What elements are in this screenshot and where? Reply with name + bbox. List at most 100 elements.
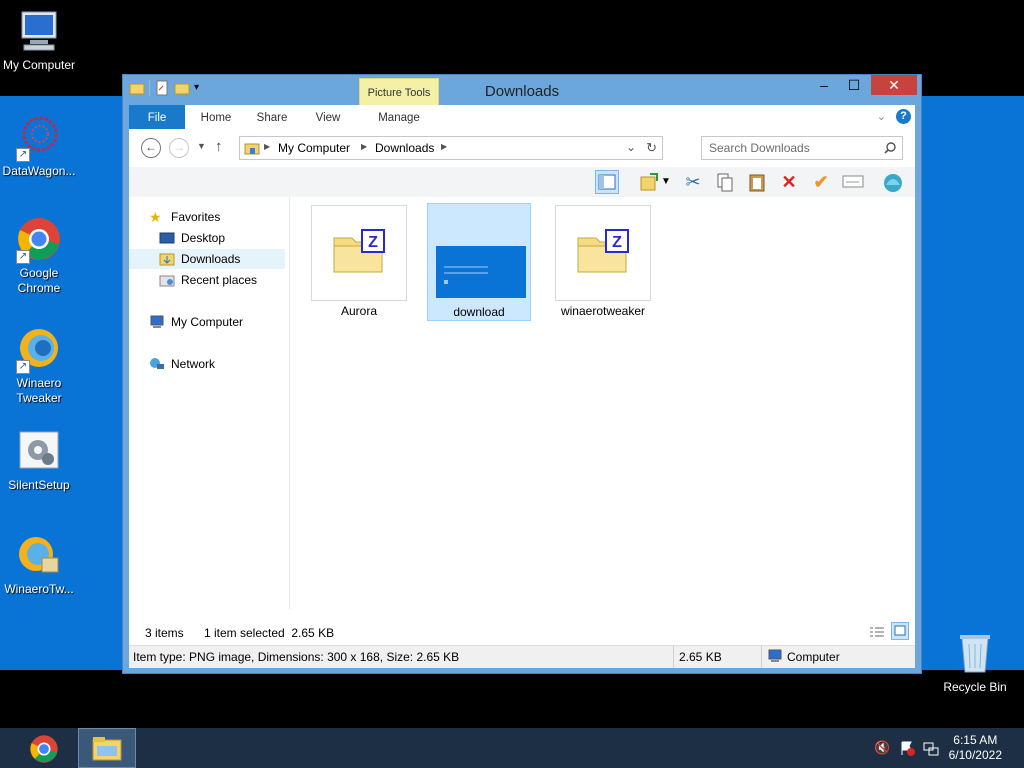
nav-my-computer[interactable]: My Computer (149, 312, 305, 332)
installer-icon (16, 532, 62, 578)
desktop-icon-google-chrome[interactable]: ↗ Google Chrome (0, 216, 78, 296)
expand-ribbon-chevron-icon[interactable]: ⌄ (877, 110, 886, 123)
ribbon-right-controls: ⌄ ? (877, 109, 911, 124)
shortcut-arrow-icon: ↗ (16, 148, 30, 162)
help-icon[interactable]: ? (896, 109, 911, 124)
breadcrumb-downloads[interactable]: Downloads (375, 141, 434, 155)
recent-places-icon (159, 273, 175, 287)
nav-network[interactable]: Network (149, 354, 305, 374)
desktop-icon (159, 231, 175, 245)
up-button[interactable]: ↑ (215, 138, 223, 155)
star-icon: ★ (149, 209, 162, 225)
details-bar: Item type: PNG image, Dimensions: 300 x … (129, 645, 915, 668)
minimize-button[interactable]: – (809, 75, 839, 95)
explorer-window: ▾ Picture Tools Downloads – ☐ ✕ File Hom… (122, 74, 922, 674)
divider (761, 646, 762, 668)
command-toolbar: ▼ ✂ ✕ ✔ (129, 167, 915, 197)
large-icons-view-icon[interactable] (891, 622, 909, 640)
clock-time: 6:15 AM (953, 733, 998, 747)
desktop-icon-label: Recycle Bin (943, 680, 1007, 694)
delete-icon[interactable]: ✕ (777, 170, 801, 194)
computer-icon (767, 649, 783, 666)
maximize-button[interactable]: ☐ (839, 75, 869, 95)
close-button[interactable]: ✕ (871, 75, 917, 95)
breadcrumb-separator-icon: ▶ (361, 142, 368, 151)
chevron-down-icon[interactable]: ▼ (659, 170, 673, 194)
address-history-chevron-icon[interactable]: ⌄ (626, 140, 636, 154)
computer-icon (149, 315, 165, 329)
chrome-icon: ↗ (16, 216, 62, 264)
action-center-flag-icon[interactable] (899, 740, 915, 756)
navigation-pane: ★ Favorites Desktop Downloads Recent pla… (129, 197, 289, 609)
tab-home[interactable]: Home (193, 105, 239, 129)
clock[interactable]: 6:15 AM 6/10/2022 (949, 733, 1002, 763)
search-input[interactable]: Search Downloads (701, 136, 903, 160)
file-name: Aurora (340, 304, 378, 318)
item-count: 3 items (145, 626, 184, 640)
window-title: Downloads (484, 83, 560, 100)
desktop-icon-my-computer[interactable]: My Computer (0, 8, 78, 73)
image-thumbnail (433, 206, 529, 302)
desktop-icon-winaero-tweaker[interactable]: ↗ Winaero Tweaker (0, 326, 78, 406)
location-zone: Computer (787, 650, 840, 664)
item-details: Item type: PNG image, Dimensions: 300 x … (133, 650, 460, 664)
svg-text:Z: Z (612, 234, 622, 251)
desktop-icon-label: WinaeroTw... (4, 582, 74, 596)
datawagon-icon: ↗ (16, 114, 62, 162)
taskbar-chrome-button[interactable] (16, 728, 74, 768)
desktop-icon-winaerotw-installer[interactable]: WinaeroTw... (0, 532, 78, 597)
volume-muted-icon[interactable]: 🔇 (874, 740, 890, 756)
svg-text:Z: Z (368, 234, 378, 251)
back-button[interactable]: ← (141, 138, 161, 158)
desktop-icon-label: Winaero Tweaker (16, 376, 62, 405)
folder-icon (244, 140, 260, 159)
network-tray-icon[interactable] (923, 740, 939, 756)
desktop-icon-silentsetup[interactable]: SilentSetup (0, 428, 78, 493)
shortcut-arrow-icon: ↗ (16, 360, 30, 374)
search-placeholder: Search Downloads (709, 141, 810, 155)
taskbar-file-explorer-button[interactable] (78, 728, 136, 768)
shell-icon[interactable] (881, 170, 905, 194)
network-icon (149, 357, 165, 371)
file-item-selected[interactable]: download (427, 203, 531, 321)
preview-pane-icon[interactable] (595, 170, 619, 194)
chrome-icon (30, 735, 58, 763)
copy-icon[interactable] (713, 170, 737, 194)
desktop-icon-label: DataWagon... (2, 164, 76, 178)
winrar-folder-icon: Z (555, 205, 651, 301)
file-item[interactable]: Z Aurora (307, 203, 411, 321)
tab-share[interactable]: Share (249, 105, 295, 129)
ribbon-tabs: File Home Share View Manage ⌄ ? (129, 105, 915, 130)
checkmark-icon[interactable]: ✔ (809, 170, 833, 194)
forward-button[interactable]: → (169, 138, 189, 158)
winaero-tweaker-icon: ↗ (16, 326, 62, 374)
tab-view[interactable]: View (305, 105, 351, 129)
nav-downloads[interactable]: Downloads (129, 249, 285, 269)
rename-icon[interactable] (841, 170, 865, 194)
desktop-icon-datawagon[interactable]: ↗ DataWagon... (0, 114, 78, 179)
tab-manage[interactable]: Manage (359, 105, 439, 129)
title-bar[interactable]: ▾ Picture Tools Downloads – ☐ ✕ (123, 75, 921, 106)
desktop-icon-label: SilentSetup (8, 478, 70, 492)
cut-icon[interactable]: ✂ (681, 170, 705, 194)
taskbar: 🔇 6:15 AM 6/10/2022 (0, 728, 1024, 768)
nav-favorites[interactable]: ★ Favorites (149, 207, 305, 227)
file-name: download (453, 305, 505, 319)
address-field[interactable]: ▶ My Computer ▶ Downloads ▶ ⌄ ↻ (239, 136, 663, 160)
recent-locations-chevron-icon[interactable]: ▼ (197, 141, 206, 151)
file-item[interactable]: Z winaerotweaker (551, 203, 655, 321)
selection-info: 1 item selected 2.65 KB (204, 626, 335, 640)
breadcrumb-my-computer[interactable]: My Computer (278, 141, 350, 155)
properties-folder-icon[interactable] (637, 170, 661, 194)
details-view-icon[interactable] (869, 625, 885, 642)
refresh-icon[interactable]: ↻ (646, 140, 657, 156)
divider (673, 646, 674, 668)
tab-file[interactable]: File (129, 105, 185, 129)
computer-icon (16, 8, 62, 54)
item-size: 2.65 KB (679, 650, 722, 664)
file-list: Z Aurora download Z winaerotweaker (293, 197, 915, 609)
paste-icon[interactable] (745, 170, 769, 194)
shortcut-arrow-icon: ↗ (16, 250, 30, 264)
desktop-icon-recycle-bin[interactable]: Recycle Bin (936, 630, 1014, 695)
recycle-bin-icon (952, 630, 998, 676)
